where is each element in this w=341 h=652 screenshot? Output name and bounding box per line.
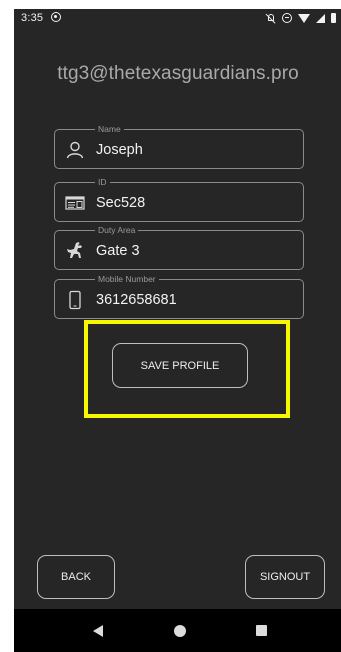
status-bar: 3:35 [14,9,341,29]
nav-recent-apps-icon[interactable] [256,625,267,636]
system-nav-bar [14,609,341,652]
signout-button[interactable]: SIGNOUT [245,555,325,599]
nav-back-icon[interactable] [93,625,103,637]
back-button[interactable]: BACK [37,555,115,599]
mobile-number-field-value[interactable]: 3612658681 [96,291,177,309]
wifi-icon [298,13,310,23]
id-field-label: ID [95,177,110,188]
nav-home-icon[interactable] [174,625,186,637]
app-screen: 3:35 ttg3@thetexasguardians.pro Name Jos… [14,9,341,652]
id-field[interactable]: ID Sec528 [54,177,304,222]
do-not-disturb-icon [282,13,292,23]
status-icons [266,11,336,25]
phone-frame: 3:35 ttg3@thetexasguardians.pro Name Jos… [0,0,341,652]
name-field-label: Name [95,124,124,135]
mobile-number-field-label: Mobile Number [95,274,159,285]
id-field-value[interactable]: Sec528 [96,194,145,212]
duty-area-field-label: Duty Area [95,225,139,236]
sync-icon [51,12,61,22]
guard-dog-icon [67,242,82,258]
id-card-icon [65,196,85,210]
duty-area-field-value[interactable]: Gate 3 [96,242,140,260]
account-email: ttg3@thetexasguardians.pro [57,63,299,84]
signal-icon [316,13,325,23]
mute-icon [266,13,276,23]
battery-icon [331,13,336,23]
phone-icon [69,290,81,310]
mobile-number-field[interactable]: Mobile Number 3612658681 [54,274,304,319]
status-time: 3:35 [21,12,44,24]
person-icon [66,141,84,159]
save-profile-button[interactable]: SAVE PROFILE [112,343,248,388]
name-field[interactable]: Name Joseph [54,124,304,169]
duty-area-field[interactable]: Duty Area Gate 3 [54,225,304,270]
name-field-value[interactable]: Joseph [96,141,143,159]
